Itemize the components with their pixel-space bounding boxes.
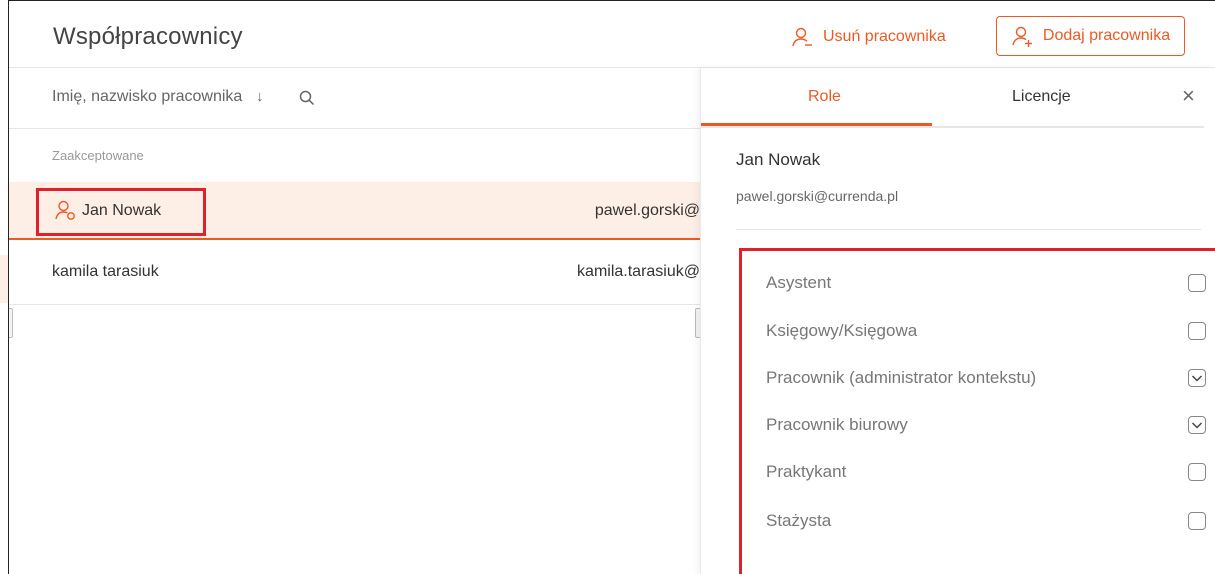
employee-email: pawel.gorski@	[594, 202, 700, 219]
page-title: Współpracownicy	[53, 23, 243, 50]
roles-list: Asystent Księgowy/Księgowa Pracownik (ad…	[739, 248, 1215, 574]
tab-roles[interactable]: Role	[808, 88, 841, 106]
background-window-edge	[0, 255, 8, 303]
remove-employee-button[interactable]: Usuń pracownika	[791, 23, 946, 51]
role-checkbox-checked[interactable]	[1188, 369, 1206, 387]
role-item-pracownik-admin[interactable]: Pracownik (administrator kontekstu)	[766, 363, 1206, 393]
employee-name: kamila tarasiuk	[52, 263, 159, 280]
role-checkbox[interactable]	[1188, 322, 1206, 340]
role-checkbox[interactable]	[1188, 274, 1206, 292]
employee-name: Jan Nowak	[82, 202, 162, 219]
role-checkbox[interactable]	[1188, 512, 1206, 530]
search-icon[interactable]	[298, 89, 316, 107]
detail-tabs: Role Licencje ×	[701, 68, 1204, 128]
user-remove-icon	[792, 27, 812, 47]
list-header: Imię, nazwisko pracownika ↓	[9, 68, 700, 129]
close-icon[interactable]: ×	[1182, 83, 1195, 109]
app-frame: Współpracownicy Usuń pracownika Dodaj pr…	[8, 0, 1215, 574]
role-item-asystent[interactable]: Asystent	[766, 268, 1206, 298]
column-resize-handle[interactable]	[9, 308, 13, 338]
employee-row-selected[interactable]: Jan Nowak pawel.gorski@	[9, 182, 700, 240]
check-icon	[1191, 422, 1203, 429]
tab-licenses[interactable]: Licencje	[1012, 88, 1071, 106]
divider	[736, 229, 1201, 230]
sort-arrow-icon[interactable]: ↓	[256, 88, 264, 105]
active-tab-indicator	[701, 123, 932, 126]
role-label: Praktykant	[766, 462, 847, 481]
remove-employee-label: Usuń pracownika	[823, 28, 946, 45]
role-item-ksiegowy[interactable]: Księgowy/Księgowa	[766, 316, 1206, 346]
employee-email: kamila.tarasiuk@	[577, 263, 700, 280]
employee-row[interactable]: kamila tarasiuk kamila.tarasiuk@	[9, 241, 700, 305]
employee-detail-panel: Role Licencje × Jan Nowak pawel.gorski@c…	[700, 68, 1215, 574]
sort-name-column[interactable]: Imię, nazwisko pracownika	[52, 88, 242, 106]
user-settings-icon	[55, 200, 75, 220]
role-item-stazysta[interactable]: Stażysta	[766, 506, 1206, 536]
role-label: Pracownik biurowy	[766, 415, 908, 434]
add-employee-label: Dodaj pracownika	[1042, 27, 1171, 44]
user-add-icon	[1012, 26, 1032, 47]
employee-list-panel: Imię, nazwisko pracownika ↓ Zaakceptowan…	[9, 68, 703, 574]
role-label: Stażysta	[766, 511, 832, 530]
role-checkbox[interactable]	[1188, 463, 1206, 481]
add-employee-button[interactable]: Dodaj pracownika	[996, 16, 1185, 56]
detail-person-email: pawel.gorski@currenda.pl	[736, 188, 899, 204]
detail-person-name: Jan Nowak	[736, 150, 821, 169]
role-item-pracownik-biurowy[interactable]: Pracownik biurowy	[766, 410, 1206, 440]
role-item-praktykant[interactable]: Praktykant	[766, 457, 1206, 487]
role-checkbox-checked[interactable]	[1188, 416, 1206, 434]
role-label: Pracownik (administrator kontekstu)	[766, 368, 1037, 387]
role-label: Asystent	[766, 273, 832, 292]
page-header: Współpracownicy Usuń pracownika Dodaj pr…	[9, 1, 1215, 68]
section-label-accepted: Zaakceptowane	[52, 148, 144, 163]
role-label: Księgowy/Księgowa	[766, 321, 918, 340]
check-icon	[1191, 375, 1203, 382]
